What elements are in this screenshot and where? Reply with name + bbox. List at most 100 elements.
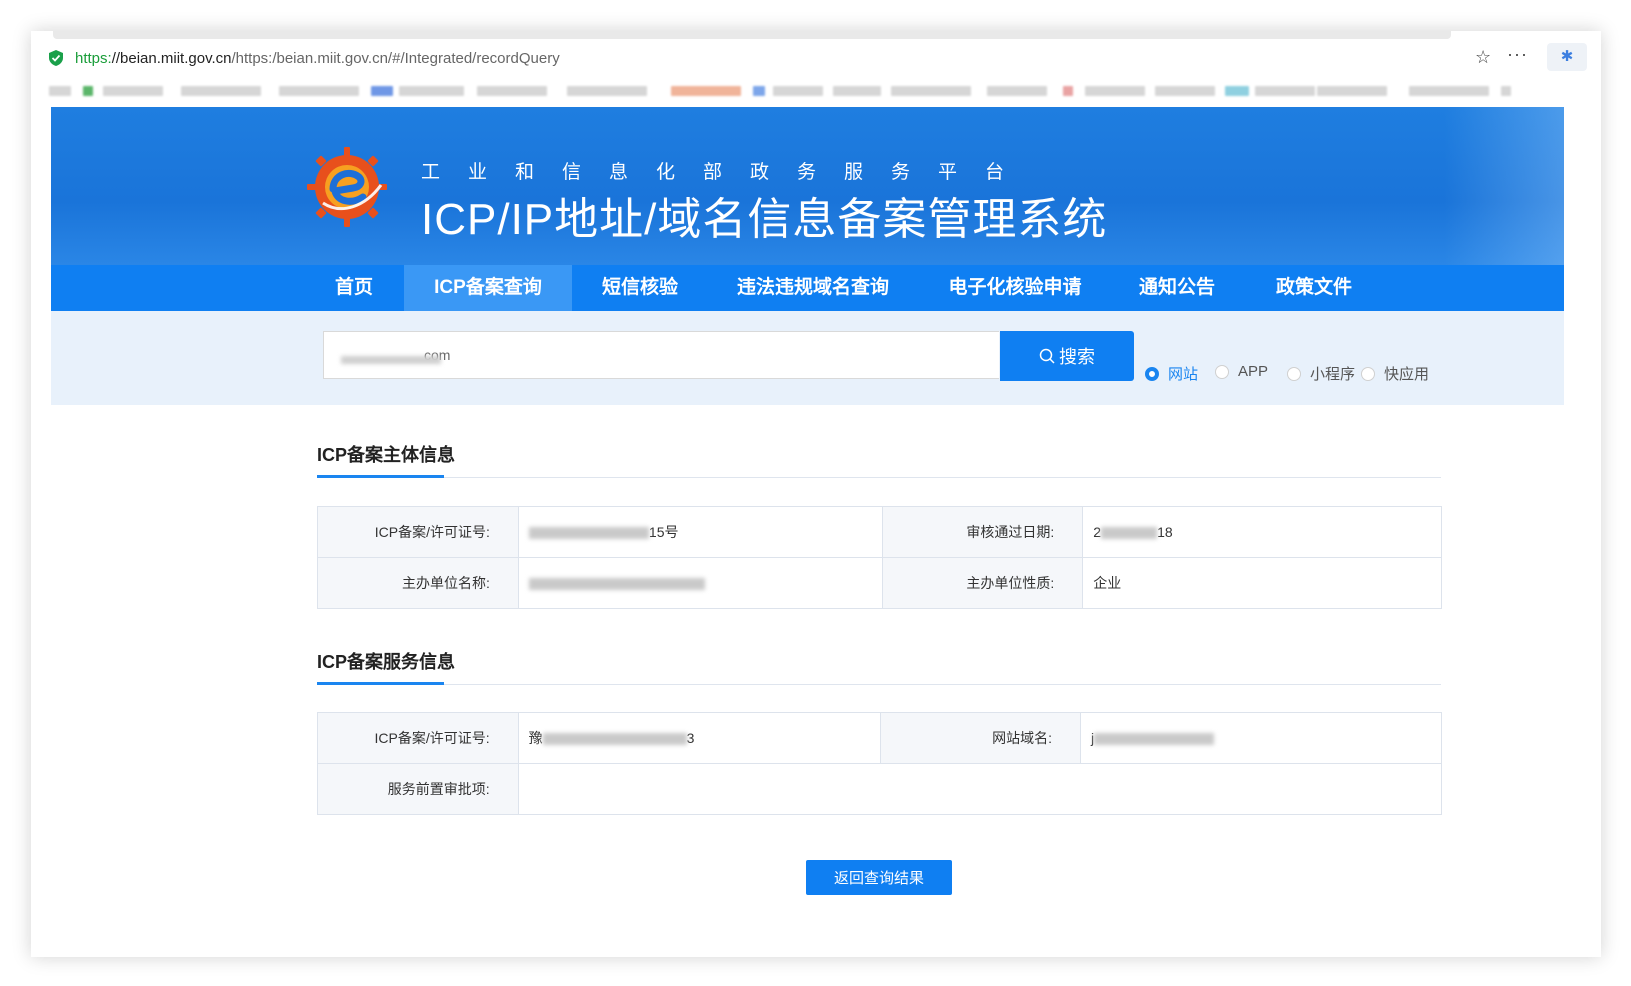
service-license-label: ICP备案/许可证号: <box>317 712 519 764</box>
bookmark-item[interactable] <box>399 86 464 96</box>
bookmark-item[interactable] <box>891 86 971 96</box>
bookmark-item[interactable] <box>1409 86 1489 96</box>
radio-website[interactable]: 网站 <box>1145 363 1198 384</box>
preapproval-value <box>517 763 1443 815</box>
browser-window: https://beian.miit.gov.cn/https:/beian.m… <box>31 31 1601 957</box>
subject-info-table: ICP备案/许可证号: 15号 审核通过日期: 2 18 主办单位名称: 主办单位… <box>317 506 1442 609</box>
search-button-label: 搜索 <box>1059 347 1095 367</box>
url-host: //beian.miit.gov.cn <box>111 49 232 67</box>
bookmark-item[interactable] <box>1063 86 1073 96</box>
section-accent <box>317 682 444 685</box>
redacted-text <box>542 733 687 746</box>
back-to-results-button[interactable]: 返回查询结果 <box>806 860 952 895</box>
search-band: 搜索 网站 APP 小程序 快应用 <box>51 311 1564 405</box>
bookmark-item[interactable] <box>773 86 823 96</box>
more-menu-icon[interactable]: ··· <box>1507 44 1528 65</box>
radio-label: 快应用 <box>1384 366 1430 383</box>
paw-icon: ✱ <box>1560 48 1574 65</box>
org-name-label: 主办单位名称: <box>317 557 519 609</box>
service-license-prefix: 豫 <box>528 730 543 746</box>
radio-label: 小程序 <box>1310 366 1356 383</box>
approval-date-label: 审核通过日期: <box>881 506 1084 558</box>
bookmark-item[interactable] <box>103 86 163 96</box>
org-name-value <box>517 557 883 609</box>
org-type-label: 主办单位性质: <box>881 557 1084 609</box>
search-redacted <box>341 356 441 364</box>
subject-info-title: ICP备案主体信息 <box>317 445 456 465</box>
bookmark-star-icon[interactable]: ☆ <box>1475 47 1491 68</box>
bookmark-item[interactable] <box>279 86 359 96</box>
nav-item-icp-query[interactable]: ICP备案查询 <box>404 265 572 311</box>
main-nav: 首页 ICP备案查询 短信核验 违法违规域名查询 电子化核验申请 通知公告 政策… <box>51 265 1564 311</box>
url-scheme: https: <box>75 49 112 67</box>
domain-value[interactable]: j <box>1080 712 1442 764</box>
url-path: /https:/beian.miit.gov.cn/#/Integrated/r… <box>231 49 560 67</box>
bookmark-item[interactable] <box>1155 86 1215 96</box>
radio-label: APP <box>1238 363 1269 380</box>
section-divider <box>317 682 1441 685</box>
bookmark-item[interactable] <box>1501 86 1511 96</box>
nav-item-notices[interactable]: 通知公告 <box>1127 265 1227 311</box>
bookmark-item[interactable] <box>1085 86 1145 96</box>
service-license-suffix: 3 <box>686 730 695 746</box>
approval-date-suffix: 18 <box>1157 524 1173 540</box>
nav-item-e-verify-apply[interactable]: 电子化核验申请 <box>935 265 1095 311</box>
table-row: 主办单位名称: 主办单位性质: 企业 <box>317 557 1442 609</box>
redacted-text <box>528 578 705 591</box>
bookmark-item[interactable] <box>83 86 93 96</box>
bookmark-item[interactable] <box>567 86 647 96</box>
nav-item-illegal-domain[interactable]: 违法违规域名查询 <box>725 265 901 311</box>
org-type-value: 企业 <box>1082 557 1442 609</box>
banner-title: ICP/IP地址/域名信息备案管理系统 <box>421 195 1108 244</box>
redacted-text <box>528 527 649 540</box>
search-icon <box>1039 348 1055 364</box>
site-banner: 工业和信息化部政务服务平台 ICP/IP地址/域名信息备案管理系统 <box>51 107 1564 265</box>
bookmark-item[interactable] <box>753 86 765 96</box>
bookmark-item[interactable] <box>1225 86 1249 96</box>
search-button[interactable]: 搜索 <box>1000 331 1134 381</box>
radio-mini-program[interactable]: 小程序 <box>1287 363 1355 384</box>
bookmark-item[interactable] <box>1317 86 1387 96</box>
redacted-text <box>1094 733 1215 746</box>
service-license-value: 豫3 <box>517 712 881 764</box>
bookmarks-bar <box>49 79 1541 101</box>
bookmark-item[interactable] <box>987 86 1047 96</box>
table-row: ICP备案/许可证号: 15号 审核通过日期: 2 18 <box>317 506 1442 558</box>
bookmark-item[interactable] <box>477 86 547 96</box>
table-row: 服务前置审批项: <box>317 763 1443 815</box>
extension-button[interactable]: ✱ <box>1547 43 1587 71</box>
radio-dot-icon <box>1215 364 1229 379</box>
bookmark-item[interactable] <box>181 86 261 96</box>
search-input[interactable] <box>323 331 999 379</box>
radio-app[interactable]: APP <box>1215 363 1268 380</box>
miit-logo-icon <box>307 147 387 227</box>
address-bar[interactable]: https://beian.miit.gov.cn/https:/beian.m… <box>45 43 1587 73</box>
section-divider <box>317 475 1441 478</box>
bookmark-item[interactable] <box>833 86 881 96</box>
service-info-table: ICP备案/许可证号: 豫3 网站域名: j 服务前置审批项: <box>317 712 1443 815</box>
section-accent <box>317 475 444 478</box>
approval-date-prefix: 2 <box>1093 524 1102 540</box>
bookmark-item[interactable] <box>1255 86 1315 96</box>
license-value-suffix: 15号 <box>648 524 679 540</box>
nav-item-sms-verify[interactable]: 短信核验 <box>586 265 694 311</box>
domain-label: 网站域名: <box>879 712 1082 764</box>
nav-item-home[interactable]: 首页 <box>317 265 391 311</box>
radio-label: 网站 <box>1168 366 1199 383</box>
radio-dot-icon <box>1145 366 1159 381</box>
bookmark-item[interactable] <box>371 86 393 96</box>
approval-date-value: 2 18 <box>1082 506 1442 558</box>
license-label: ICP备案/许可证号: <box>317 506 519 558</box>
service-info-title: ICP备案服务信息 <box>317 652 456 672</box>
nav-item-policies[interactable]: 政策文件 <box>1265 265 1363 311</box>
preapproval-label: 服务前置审批项: <box>317 763 519 815</box>
radio-quick-app[interactable]: 快应用 <box>1361 363 1429 384</box>
banner-subtitle: 工业和信息化部政务服务平台 <box>421 162 1033 183</box>
bookmark-item[interactable] <box>671 86 741 96</box>
radio-dot-icon <box>1361 366 1375 381</box>
tab-strip <box>53 31 1451 39</box>
radio-dot-icon <box>1287 366 1301 381</box>
license-value: 15号 <box>517 506 883 558</box>
bookmark-item[interactable] <box>49 86 71 96</box>
url-text[interactable]: https://beian.miit.gov.cn/https:/beian.m… <box>75 50 560 67</box>
